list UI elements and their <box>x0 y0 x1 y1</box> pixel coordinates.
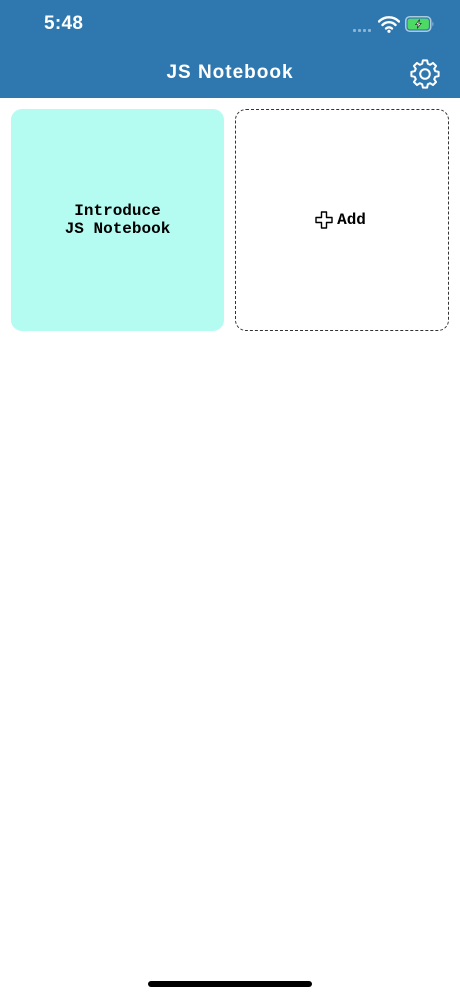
app-title: JS Notebook <box>166 62 294 83</box>
battery-icon <box>405 16 435 32</box>
cellular-signal-icon <box>353 27 375 32</box>
add-note-button[interactable]: Add <box>235 109 449 331</box>
settings-button[interactable] <box>409 58 441 90</box>
app-header: 5:48 JS Notebook <box>0 0 460 98</box>
gear-icon <box>410 59 440 89</box>
note-title: Introduce JS Notebook <box>64 202 171 238</box>
note-card[interactable]: Introduce JS Notebook <box>11 109 224 331</box>
plus-icon <box>315 211 333 229</box>
status-time: 5:48 <box>44 13 84 34</box>
wifi-icon <box>377 15 401 33</box>
home-indicator[interactable] <box>148 981 312 987</box>
add-note-content: Add <box>314 210 366 230</box>
add-label: Add <box>337 211 366 229</box>
